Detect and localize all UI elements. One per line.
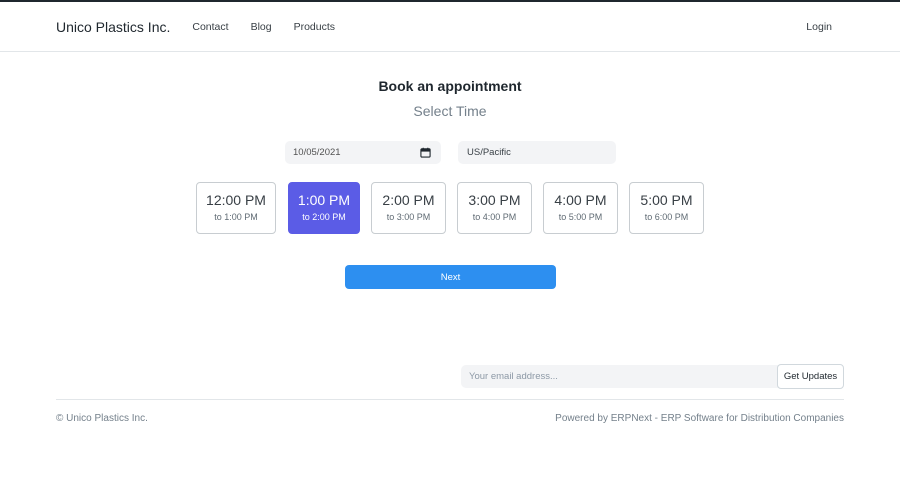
navbar: Unico Plastics Inc. Contact Blog Product… bbox=[0, 2, 900, 52]
slot-end: to 2:00 PM bbox=[302, 212, 346, 222]
nav-link-contact[interactable]: Contact bbox=[192, 21, 228, 33]
next-button[interactable]: Next bbox=[345, 265, 556, 289]
email-input[interactable]: Your email address... bbox=[461, 365, 778, 388]
time-slot[interactable]: 1:00 PM to 2:00 PM bbox=[288, 182, 360, 234]
slot-end: to 6:00 PM bbox=[644, 212, 689, 222]
time-slot[interactable]: 2:00 PM to 3:00 PM bbox=[371, 182, 446, 234]
slot-time: 1:00 PM bbox=[297, 192, 351, 208]
email-placeholder: Your email address... bbox=[469, 371, 558, 382]
slot-time: 2:00 PM bbox=[382, 192, 435, 208]
powered-by-link[interactable]: Powered by ERPNext - ERP Software for Di… bbox=[555, 413, 844, 424]
time-slot[interactable]: 4:00 PM to 5:00 PM bbox=[543, 182, 618, 234]
slot-time: 4:00 PM bbox=[554, 192, 607, 208]
slot-time: 5:00 PM bbox=[640, 192, 693, 208]
date-field[interactable]: 10/05/2021 bbox=[285, 141, 441, 164]
time-slot[interactable]: 5:00 PM to 6:00 PM bbox=[629, 182, 704, 234]
slot-time: 3:00 PM bbox=[468, 192, 521, 208]
nav-link-blog[interactable]: Blog bbox=[251, 21, 272, 33]
timezone-select[interactable]: US/Pacific bbox=[458, 141, 616, 164]
page-title: Book an appointment bbox=[378, 78, 522, 94]
page-subtitle: Select Time bbox=[413, 103, 487, 119]
slot-end: to 1:00 PM bbox=[214, 212, 258, 222]
nav-link-products[interactable]: Products bbox=[294, 21, 335, 33]
login-link[interactable]: Login bbox=[806, 21, 832, 33]
time-slot[interactable]: 3:00 PM to 4:00 PM bbox=[457, 182, 532, 234]
get-updates-button[interactable]: Get Updates bbox=[777, 364, 844, 389]
brand-logo-text[interactable]: Unico Plastics Inc. bbox=[56, 19, 170, 35]
footer-divider bbox=[56, 399, 844, 400]
date-value: 10/05/2021 bbox=[293, 147, 341, 158]
time-slot[interactable]: 12:00 PM to 1:00 PM bbox=[196, 182, 276, 234]
copyright-text: © Unico Plastics Inc. bbox=[56, 413, 148, 424]
calendar-icon[interactable] bbox=[420, 147, 431, 158]
slot-end: to 5:00 PM bbox=[558, 212, 603, 222]
slot-time: 12:00 PM bbox=[206, 192, 266, 208]
timezone-value: US/Pacific bbox=[467, 147, 511, 158]
slot-end: to 3:00 PM bbox=[386, 212, 431, 222]
slot-end: to 4:00 PM bbox=[472, 212, 517, 222]
